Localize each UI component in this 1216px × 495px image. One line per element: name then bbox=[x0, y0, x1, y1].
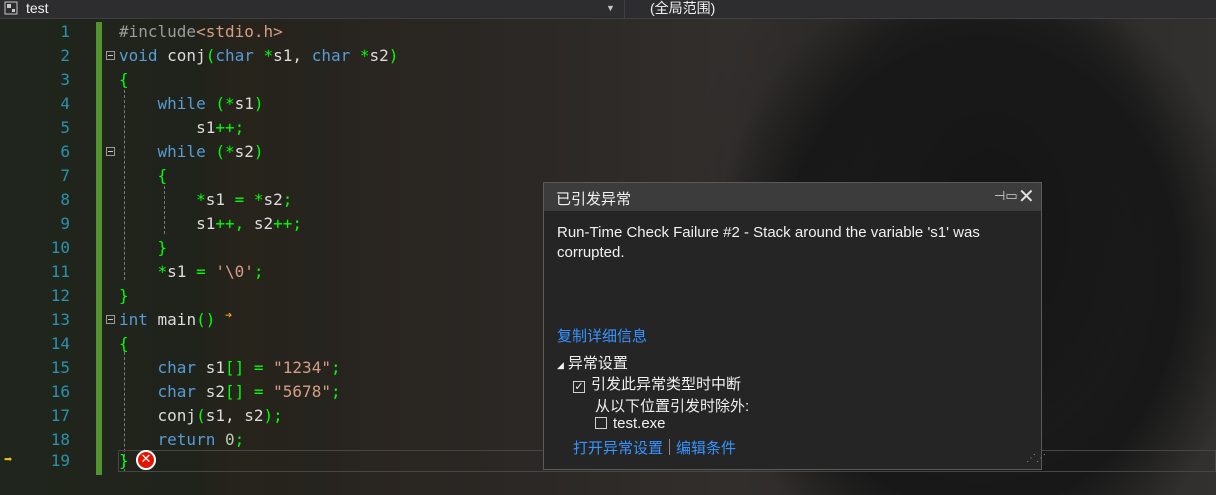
code-text: char s2[] = "5678"; bbox=[157, 382, 341, 401]
line-number: 11 bbox=[50, 262, 70, 281]
code-text: } bbox=[119, 286, 129, 305]
divider bbox=[669, 439, 671, 455]
line-number: 14 bbox=[50, 334, 70, 353]
fold-toggle-icon[interactable] bbox=[106, 51, 115, 60]
line-number: 1 bbox=[60, 22, 70, 41]
code-line: 3 { bbox=[0, 68, 1216, 92]
line-number: 16 bbox=[50, 382, 70, 401]
line-number: 15 bbox=[50, 358, 70, 377]
edit-conditions-link[interactable]: 编辑条件 bbox=[676, 440, 736, 457]
popup-header: 已引发异常 ⊣▭ ✕ bbox=[544, 183, 1041, 211]
project-dropdown[interactable]: test ▼ bbox=[0, 0, 620, 18]
line-number: 12 bbox=[50, 286, 70, 305]
project-icon bbox=[4, 1, 18, 15]
exception-message: Run-Time Check Failure #2 - Stack around… bbox=[557, 224, 980, 261]
code-text: #include<stdio.h> bbox=[119, 22, 283, 41]
line-number: 19 bbox=[50, 451, 70, 470]
open-exception-settings-link[interactable]: 打开异常设置 bbox=[573, 440, 663, 457]
call-return-arrow-icon: ➔ bbox=[225, 308, 233, 322]
collapse-triangle-icon[interactable]: ◢ bbox=[557, 360, 564, 370]
next-statement-arrow-icon: ➡ bbox=[4, 452, 13, 468]
code-text: } bbox=[157, 238, 168, 257]
resize-grip-icon[interactable]: ⋰⋰ bbox=[1026, 453, 1046, 464]
fold-toggle-icon[interactable] bbox=[106, 315, 115, 324]
code-text: conj(s1, s2); bbox=[119, 406, 283, 425]
popup-footer: 打开异常设置 编辑条件 bbox=[573, 437, 736, 458]
break-on-exception-row[interactable]: ✓ 引发此异常类型时中断 bbox=[573, 373, 741, 394]
break-on-exception-checkbox[interactable]: ✓ bbox=[573, 381, 585, 393]
code-text: { bbox=[119, 70, 129, 89]
code-line: 1 #include<stdio.h> bbox=[0, 20, 1216, 44]
line-number: 5 bbox=[60, 118, 70, 137]
exception-settings-section[interactable]: ◢ 异常设置 bbox=[557, 352, 628, 373]
pin-icon[interactable]: ⊣▭ bbox=[994, 188, 1018, 204]
section-title: 异常设置 bbox=[567, 355, 628, 372]
chevron-down-icon[interactable]: ▼ bbox=[606, 0, 615, 17]
code-text: char s1[] = "1234"; bbox=[157, 358, 341, 377]
close-icon[interactable]: ✕ bbox=[1018, 184, 1035, 208]
code-text: *s1 = '\0'; bbox=[157, 262, 264, 281]
code-line: 5 s1++; bbox=[0, 116, 1216, 140]
code-text: } bbox=[119, 451, 129, 470]
exception-popup: 已引发异常 ⊣▭ ✕ Run-Time Check Failure #2 - S… bbox=[543, 182, 1046, 470]
line-number: 8 bbox=[60, 190, 70, 209]
code-text: s1++; bbox=[119, 118, 245, 137]
code-text: *s1 = *s2; bbox=[196, 190, 293, 209]
line-number: 7 bbox=[60, 166, 70, 185]
code-line: 4 while (*s1) bbox=[0, 92, 1216, 116]
line-number: 2 bbox=[60, 46, 70, 65]
line-number: 9 bbox=[60, 214, 70, 233]
code-line: 6 while (*s2) bbox=[0, 140, 1216, 164]
module-checkbox[interactable] bbox=[595, 417, 607, 429]
line-number: 17 bbox=[50, 406, 70, 425]
copy-details-link[interactable]: 复制详细信息 bbox=[557, 325, 647, 346]
fold-toggle-icon[interactable] bbox=[106, 147, 115, 156]
module-exclusion-row[interactable]: test.exe bbox=[595, 415, 666, 432]
line-number: 4 bbox=[60, 94, 70, 113]
code-text: { bbox=[119, 334, 129, 353]
code-text: while (*s1) bbox=[157, 94, 264, 113]
error-icon[interactable]: ✕ bbox=[136, 450, 156, 470]
line-number: 6 bbox=[60, 142, 70, 161]
code-text: void conj(char *s1, char *s2) bbox=[119, 46, 399, 65]
navigation-bar: test ▼ (全局范围) bbox=[0, 0, 1216, 19]
break-on-exception-label: 引发此异常类型时中断 bbox=[591, 376, 742, 393]
line-number: 3 bbox=[60, 70, 70, 89]
code-text: s1++, s2++; bbox=[119, 214, 303, 233]
line-number: 10 bbox=[50, 238, 70, 257]
code-text: while (*s2) bbox=[157, 142, 264, 161]
popup-title: 已引发异常 bbox=[556, 191, 632, 208]
divider bbox=[624, 0, 625, 18]
code-line: 2 void conj(char *s1, char *s2) bbox=[0, 44, 1216, 68]
project-label: test bbox=[26, 0, 49, 16]
code-text: { bbox=[157, 166, 168, 185]
code-text: int main() bbox=[119, 310, 216, 329]
scope-label: (全局范围) bbox=[650, 0, 716, 16]
except-when-label: 从以下位置引发时除外: bbox=[595, 398, 750, 415]
module-label: test.exe bbox=[613, 415, 666, 432]
line-number: 13 bbox=[50, 310, 70, 329]
